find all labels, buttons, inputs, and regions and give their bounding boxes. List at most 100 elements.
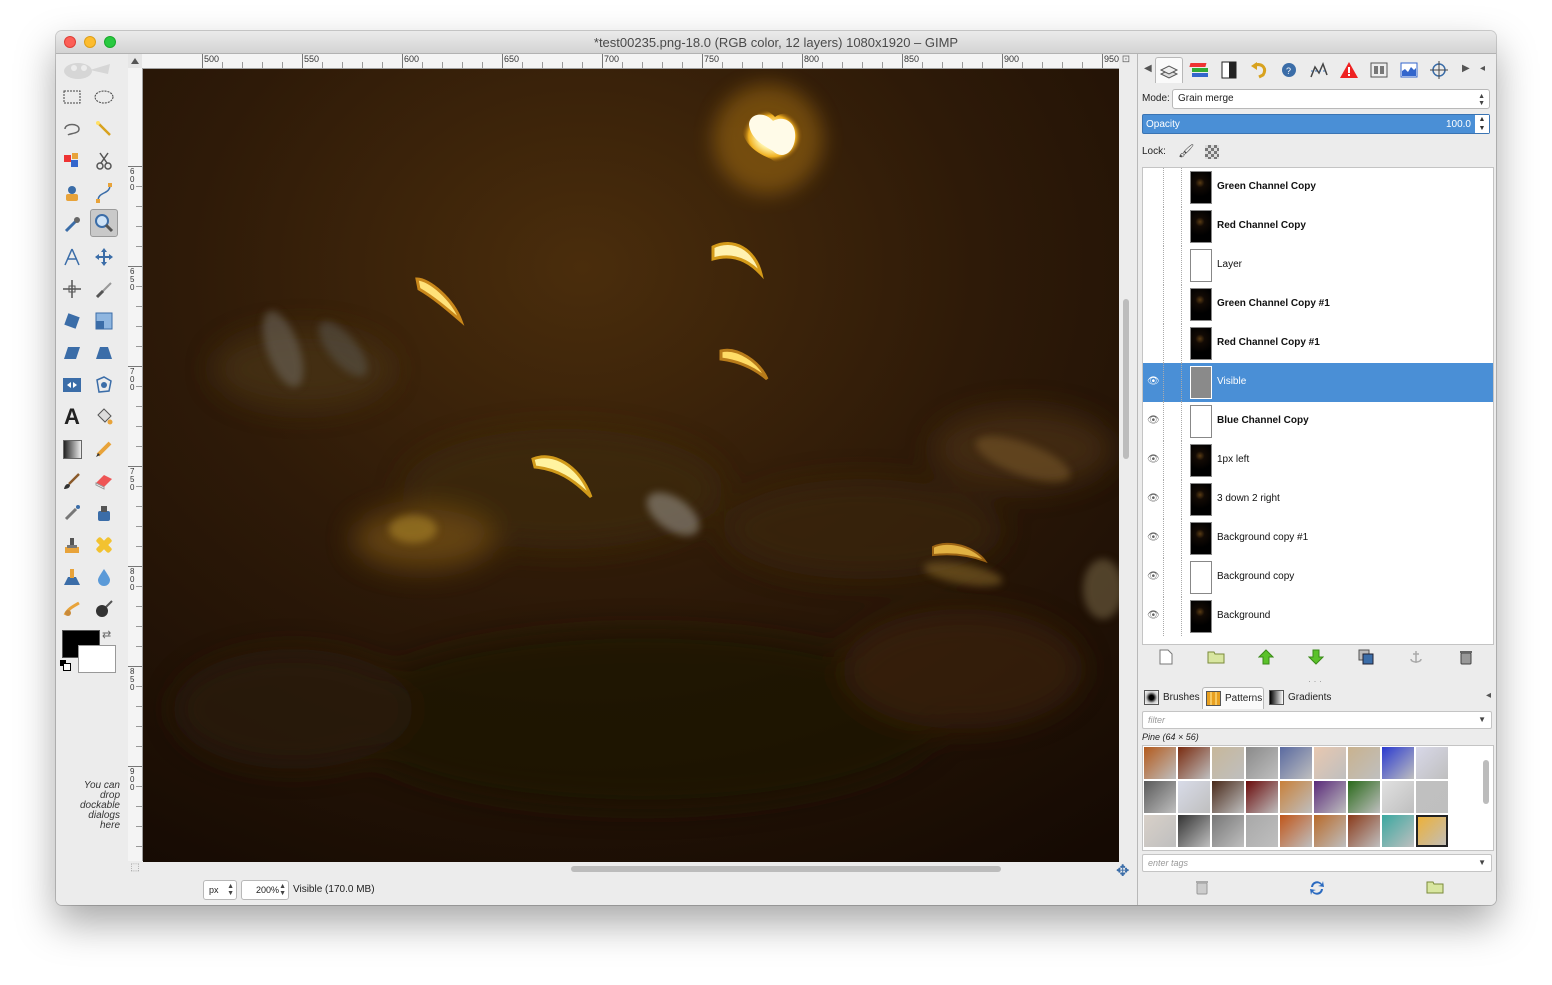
blend-icon[interactable] bbox=[58, 435, 86, 463]
layer-row[interactable]: 👁 3 down 2 right bbox=[1143, 480, 1493, 519]
quick-mask-toggle-icon[interactable]: ⬚ bbox=[128, 862, 142, 876]
smudge-icon[interactable] bbox=[58, 595, 86, 623]
pattern-scroll-thumb[interactable] bbox=[1483, 760, 1489, 804]
scale-icon[interactable] bbox=[90, 307, 118, 335]
layer-visibility-eye-icon[interactable]: 👁 bbox=[1147, 415, 1160, 427]
pattern-swatch[interactable] bbox=[1280, 747, 1312, 779]
perspective-clone-icon[interactable] bbox=[58, 563, 86, 591]
layer-row[interactable]: Red Channel Copy #1 bbox=[1143, 324, 1493, 363]
crop-icon[interactable] bbox=[90, 275, 118, 303]
rect-select-icon[interactable] bbox=[58, 83, 86, 111]
layer-row[interactable]: Green Channel Copy bbox=[1143, 168, 1493, 207]
ink-icon[interactable] bbox=[90, 499, 118, 527]
foreground-select-icon[interactable] bbox=[58, 179, 86, 207]
pattern-swatch[interactable] bbox=[1144, 815, 1176, 847]
image-canvas[interactable] bbox=[143, 69, 1119, 862]
reset-colors-icon[interactable] bbox=[60, 660, 71, 671]
raise-layer-icon[interactable] bbox=[1256, 649, 1276, 669]
pattern-swatch[interactable] bbox=[1382, 747, 1414, 779]
histogram-tab-icon[interactable] bbox=[1395, 57, 1423, 83]
channels-tab-icon[interactable] bbox=[1185, 57, 1213, 83]
unit-select[interactable]: px ▲ ▼ bbox=[203, 880, 237, 900]
anchor-layer-icon[interactable] bbox=[1406, 649, 1426, 669]
layer-row[interactable]: Red Channel Copy bbox=[1143, 207, 1493, 246]
pattern-swatch[interactable] bbox=[1382, 781, 1414, 813]
layer-row[interactable]: Layer bbox=[1143, 246, 1493, 285]
layer-visibility-eye-icon[interactable] bbox=[1147, 337, 1159, 349]
layer-visibility-eye-icon[interactable] bbox=[1147, 181, 1159, 193]
blur-sharpen-icon[interactable] bbox=[90, 563, 118, 591]
filter-dropdown-icon[interactable]: ▼ bbox=[1478, 715, 1486, 724]
pattern-swatch[interactable] bbox=[1348, 815, 1380, 847]
pattern-swatch[interactable] bbox=[1178, 815, 1210, 847]
pattern-swatch[interactable] bbox=[1416, 815, 1448, 847]
pattern-swatch[interactable] bbox=[1416, 747, 1448, 779]
error-console-tab-icon[interactable] bbox=[1335, 57, 1363, 83]
pattern-swatch[interactable] bbox=[1280, 781, 1312, 813]
dock-right-arrow-icon[interactable]: ▶ bbox=[1462, 63, 1470, 74]
pattern-swatch[interactable] bbox=[1416, 781, 1448, 813]
new-layer-icon[interactable] bbox=[1156, 649, 1176, 669]
delete-layer-icon[interactable] bbox=[1456, 649, 1476, 669]
airbrush-icon[interactable] bbox=[58, 499, 86, 527]
rotate-icon[interactable] bbox=[58, 307, 86, 335]
dock-menu-icon[interactable]: ◂ bbox=[1480, 63, 1485, 74]
bucket-fill-icon[interactable] bbox=[90, 403, 118, 431]
dynamics-tab-icon[interactable] bbox=[1305, 57, 1333, 83]
text-icon[interactable]: A bbox=[58, 403, 86, 431]
pencil-icon[interactable] bbox=[90, 435, 118, 463]
mode-select[interactable]: Grain merge ▲ ▼ bbox=[1172, 89, 1490, 109]
paths-tab-icon[interactable] bbox=[1215, 57, 1243, 83]
pattern-filter-input[interactable]: filter ▼ bbox=[1142, 711, 1492, 729]
layer-row[interactable]: 👁 Background bbox=[1143, 597, 1493, 636]
dodge-burn-icon[interactable] bbox=[90, 595, 118, 623]
pattern-swatch[interactable] bbox=[1314, 781, 1346, 813]
measure-icon[interactable] bbox=[58, 243, 86, 271]
layer-row[interactable]: 👁 Blue Channel Copy bbox=[1143, 402, 1493, 441]
pattern-swatch[interactable] bbox=[1314, 815, 1346, 847]
lower-layer-icon[interactable] bbox=[1306, 649, 1326, 669]
flip-icon[interactable] bbox=[58, 371, 86, 399]
pattern-swatch[interactable] bbox=[1246, 781, 1278, 813]
lock-alpha-icon[interactable] bbox=[1205, 145, 1219, 159]
layer-visibility-eye-icon[interactable]: 👁 bbox=[1147, 571, 1160, 583]
vertical-scrollbar[interactable] bbox=[1119, 69, 1133, 862]
pattern-swatch[interactable] bbox=[1212, 815, 1244, 847]
paths-icon[interactable] bbox=[90, 179, 118, 207]
swap-colors-icon[interactable]: ⇄ bbox=[102, 628, 111, 641]
undo-history-tab-icon[interactable] bbox=[1245, 57, 1273, 83]
duplicate-layer-icon[interactable] bbox=[1356, 649, 1376, 669]
brushes-tab[interactable]: Brushes bbox=[1141, 687, 1201, 709]
resources-menu-icon[interactable]: ◂ bbox=[1486, 690, 1491, 701]
layer-row[interactable]: Green Channel Copy #1 bbox=[1143, 285, 1493, 324]
dock-left-arrow-icon[interactable]: ◀ bbox=[1144, 63, 1152, 74]
eraser-icon[interactable] bbox=[90, 467, 118, 495]
layers-tab-icon[interactable] bbox=[1155, 57, 1183, 83]
layer-visibility-eye-icon[interactable]: 👁 bbox=[1147, 532, 1160, 544]
pattern-swatch[interactable] bbox=[1178, 781, 1210, 813]
pattern-swatch[interactable] bbox=[1178, 747, 1210, 779]
align-icon[interactable] bbox=[58, 275, 86, 303]
horizontal-scroll-thumb[interactable] bbox=[571, 866, 1001, 872]
tags-dropdown-icon[interactable]: ▼ bbox=[1478, 858, 1486, 867]
fuzzy-select-icon[interactable] bbox=[90, 115, 118, 143]
pattern-swatch[interactable] bbox=[1348, 747, 1380, 779]
pattern-grid[interactable] bbox=[1142, 745, 1494, 851]
pattern-swatch[interactable] bbox=[1382, 815, 1414, 847]
tags-input[interactable]: enter tags ▼ bbox=[1142, 854, 1492, 872]
layer-visibility-eye-icon[interactable]: 👁 bbox=[1147, 493, 1160, 505]
pattern-swatch[interactable] bbox=[1212, 781, 1244, 813]
select-by-color-icon[interactable] bbox=[58, 147, 86, 175]
pattern-swatch[interactable] bbox=[1246, 747, 1278, 779]
perspective-icon[interactable] bbox=[90, 339, 118, 367]
free-select-icon[interactable] bbox=[58, 115, 86, 143]
device-status-tab-icon[interactable] bbox=[1365, 57, 1393, 83]
heal-icon[interactable] bbox=[90, 531, 118, 559]
pattern-swatch[interactable] bbox=[1314, 747, 1346, 779]
background-color-swatch[interactable] bbox=[78, 645, 116, 673]
cage-transform-icon[interactable] bbox=[90, 371, 118, 399]
paintbrush-icon[interactable] bbox=[58, 467, 86, 495]
layer-row[interactable]: 👁 Background copy bbox=[1143, 558, 1493, 597]
zoom-select[interactable]: 200% ▲ ▼ bbox=[241, 880, 289, 900]
vertical-ruler[interactable]: 6 0 0 6 5 0 7 0 0 7 5 0 8 0 0 8 5 0 9 0 0 bbox=[128, 68, 143, 861]
